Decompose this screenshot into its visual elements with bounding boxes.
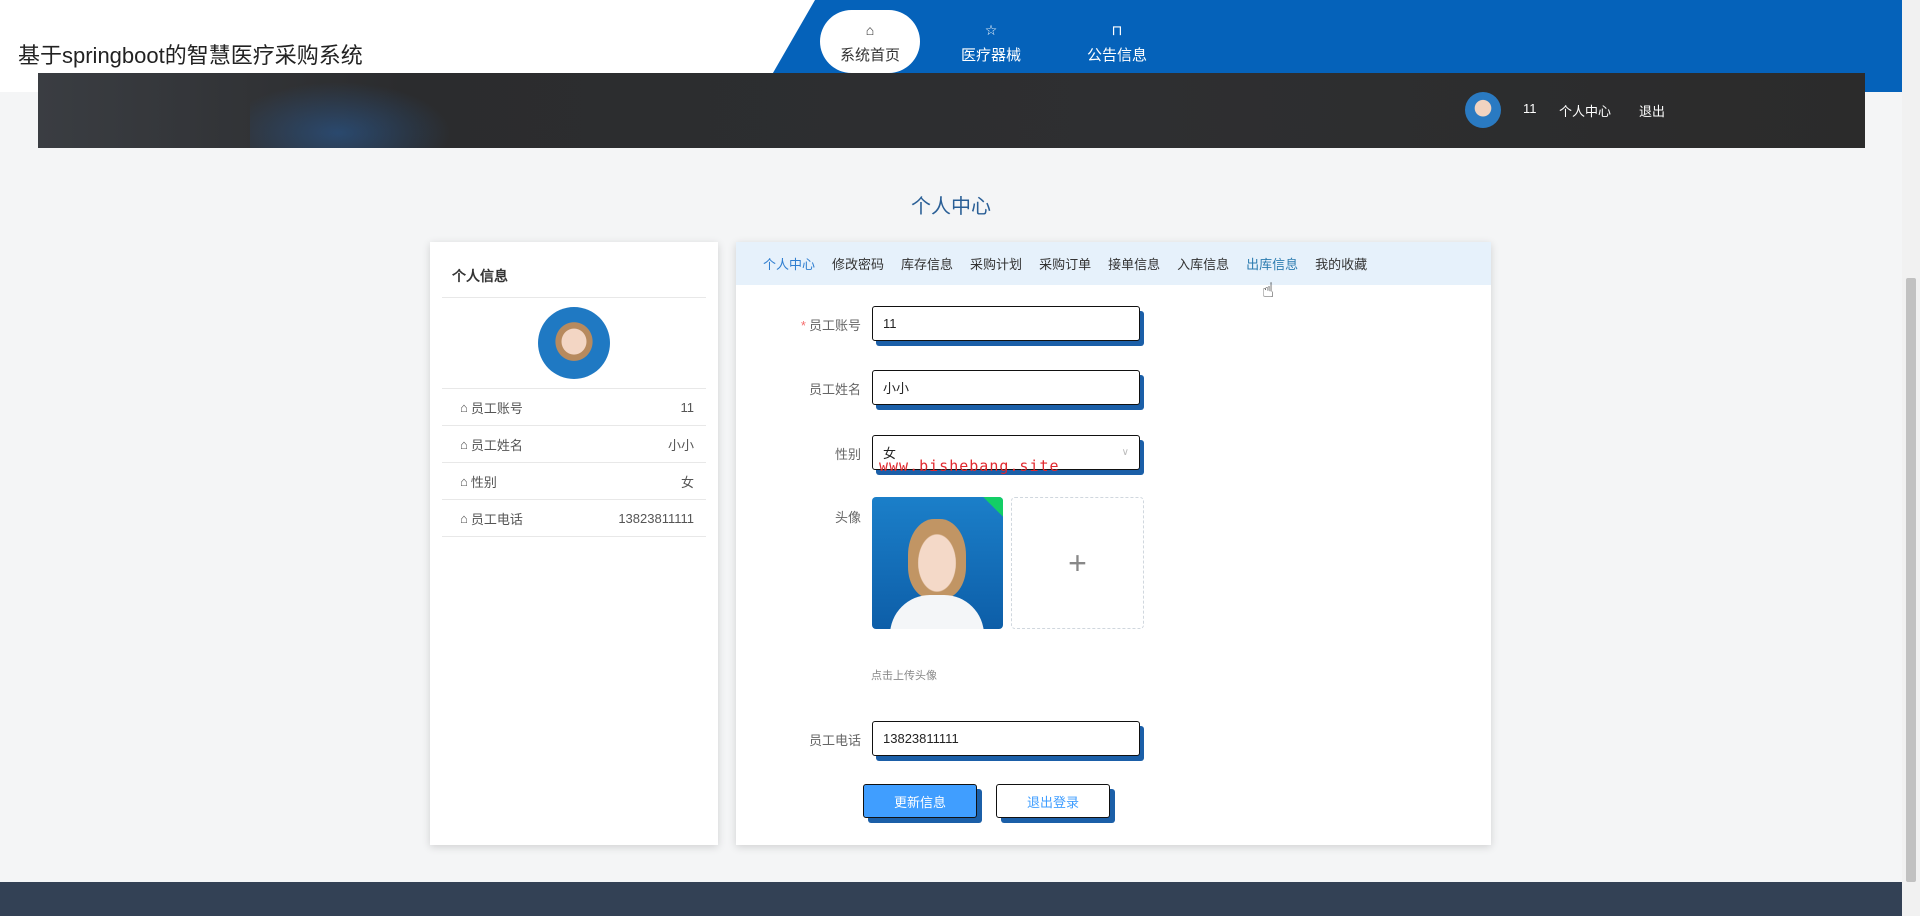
tab-inventory[interactable]: 库存信息	[901, 254, 953, 273]
footer	[0, 882, 1902, 916]
info-row-phone: ⌂ 员工电话 13823811111	[442, 500, 706, 537]
name-label: 员工姓名	[808, 382, 861, 397]
nav-label: 公告信息	[1086, 47, 1147, 64]
nav-label: 系统首页	[839, 47, 900, 64]
scrollbar-thumb[interactable]	[1906, 278, 1916, 882]
nav-announcements[interactable]: ⊓ 公告信息	[1067, 10, 1167, 73]
info-value: 女	[680, 474, 694, 490]
profile-avatar	[538, 307, 610, 379]
tab-purchase-order[interactable]: 采购订单	[1039, 254, 1091, 273]
nav-medical-devices[interactable]: ☆ 医疗器械	[941, 10, 1041, 73]
user-center-link[interactable]: 个人中心	[1559, 101, 1611, 120]
uploaded-avatar[interactable]	[872, 497, 1003, 629]
tab-bar: 个人中心 修改密码 库存信息 采购计划 采购订单 接单信息 入库信息 出库信息 …	[736, 242, 1491, 285]
watermark: www.bishebang.site	[879, 457, 1060, 475]
info-row-account: ⌂ 员工账号 11	[442, 389, 706, 426]
banner-image	[250, 73, 470, 148]
user-avatar[interactable]	[1465, 92, 1501, 128]
home-icon: ⌂	[460, 399, 468, 415]
gender-label: 性别	[834, 447, 861, 462]
tab-stock-in[interactable]: 入库信息	[1177, 254, 1229, 273]
chevron-down-icon: ∨	[1121, 447, 1129, 458]
home-icon: ⌂	[460, 510, 468, 526]
upload-hint: 点击上传头像	[871, 670, 937, 682]
success-check-icon	[983, 497, 1003, 517]
profile-card-title: 个人信息	[442, 266, 706, 298]
tab-change-password[interactable]: 修改密码	[832, 254, 884, 273]
account-label: * 员工账号	[800, 318, 861, 333]
info-value: 11	[680, 399, 695, 415]
bag-icon: ⊓	[1111, 22, 1123, 38]
info-key: 员工账号	[470, 400, 523, 416]
star-icon: ☆	[984, 22, 998, 38]
upload-button[interactable]: +	[1011, 497, 1144, 629]
tab-personal-center[interactable]: 个人中心	[763, 254, 815, 273]
tab-stock-out[interactable]: 出库信息	[1246, 254, 1298, 273]
account-input[interactable]: 11	[872, 306, 1140, 341]
home-icon: ⌂	[460, 436, 468, 452]
plus-icon: +	[1068, 544, 1087, 581]
update-info-button[interactable]: 更新信息	[863, 784, 977, 818]
home-icon: ⌂	[460, 473, 468, 489]
info-key: 性别	[470, 474, 497, 490]
label-text: 员工账号	[808, 318, 861, 333]
logout-button[interactable]: 退出登录	[996, 784, 1110, 818]
tab-favorites[interactable]: 我的收藏	[1315, 254, 1367, 273]
tab-purchase-plan[interactable]: 采购计划	[970, 254, 1022, 273]
tab-order-accept[interactable]: 接单信息	[1108, 254, 1160, 273]
nav-label: 医疗器械	[960, 47, 1021, 64]
info-value: 小小	[667, 437, 694, 453]
logout-link[interactable]: 退出	[1639, 101, 1665, 120]
profile-card: 个人信息 ⌂ 员工账号 11 ⌂ 员工姓名 小小 ⌂ 性别女 ⌂ 员工电话 138238111…	[430, 242, 718, 845]
phone-label: 员工电话	[808, 733, 861, 748]
info-row-name: ⌂ 员工姓名 小小	[442, 426, 706, 463]
nav-home[interactable]: ⌂ 系统首页	[820, 10, 920, 73]
hand-cursor-icon: ☝	[1262, 280, 1275, 302]
profile-form-card: 个人中心 修改密码 库存信息 采购计划 采购订单 接单信息 入库信息 出库信息 …	[736, 242, 1491, 845]
info-value: 13823811111	[618, 510, 694, 526]
user-name: 11	[1523, 101, 1537, 116]
info-key: 员工姓名	[470, 437, 523, 453]
info-row-gender: ⌂ 性别 女	[442, 463, 706, 500]
site-title: 基于springboot的智慧医疗采购系统	[18, 43, 363, 68]
name-input[interactable]: 小小	[872, 370, 1140, 405]
avatar-label: 头像	[834, 510, 861, 525]
home-icon: ⌂	[865, 22, 875, 38]
phone-input[interactable]: 13823811111	[872, 721, 1140, 756]
info-key: 员工电话	[470, 511, 523, 527]
page-title: 个人中心	[911, 196, 991, 218]
